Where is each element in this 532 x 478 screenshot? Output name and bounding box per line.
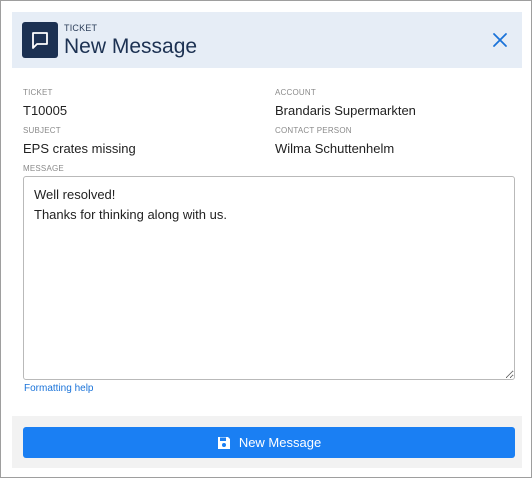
account-value: Brandaris Supermarkten	[275, 103, 416, 118]
header-kicker: TICKET	[64, 23, 98, 33]
message-square-icon	[22, 22, 58, 58]
dialog-title: New Message	[64, 35, 198, 58]
subject-value: EPS crates missing	[23, 141, 136, 156]
subject-label: SUBJECT	[23, 126, 61, 135]
new-message-button[interactable]: New Message	[23, 427, 515, 458]
new-message-button-label: New Message	[238, 435, 322, 450]
save-icon	[217, 436, 230, 449]
ticket-label: TICKET	[23, 88, 53, 97]
close-icon	[493, 33, 507, 47]
message-textarea[interactable]: Well resolved! Thanks for thinking along…	[23, 176, 515, 380]
ticket-value: T10005	[23, 103, 68, 118]
new-message-dialog: TICKET New Message TICKET T10005 ACCOUNT…	[0, 0, 532, 478]
contact-person-value: Wilma Schuttenhelm	[275, 141, 395, 156]
message-label: MESSAGE	[23, 164, 64, 173]
close-button[interactable]	[490, 30, 510, 50]
dialog-header: TICKET New Message	[12, 12, 522, 68]
contact-person-label: CONTACT PERSON	[275, 126, 352, 135]
formatting-help-link[interactable]: Formatting help	[24, 383, 93, 394]
account-label: ACCOUNT	[275, 88, 316, 97]
dialog-footer: New Message	[12, 416, 522, 468]
